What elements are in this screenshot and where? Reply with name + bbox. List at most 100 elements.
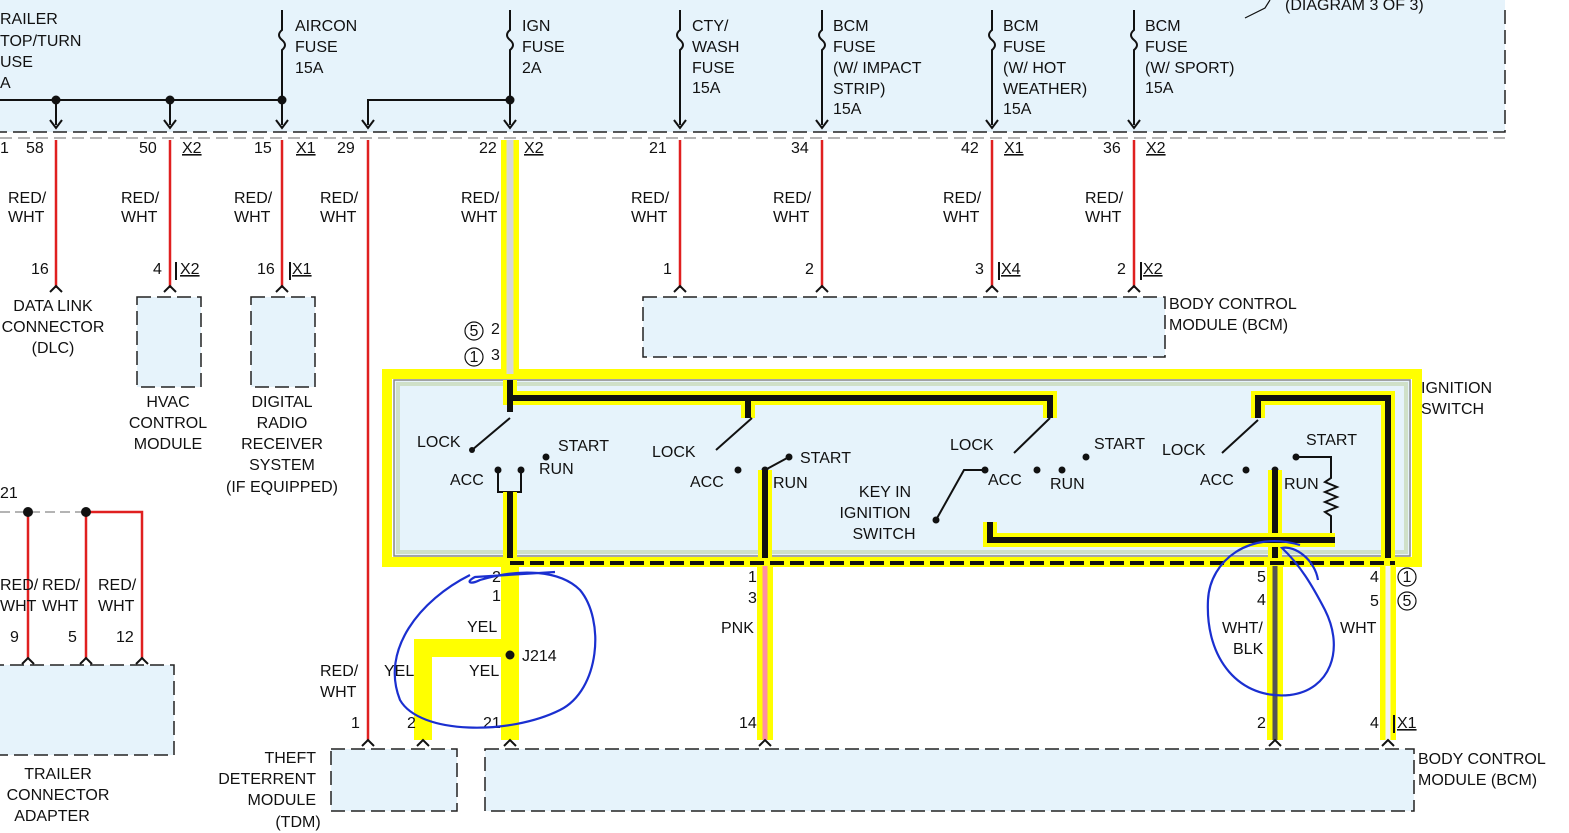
acc-label: ACC <box>690 474 724 491</box>
bcm-bottom-label: MODULE (BCM) <box>1418 772 1537 789</box>
tdm-label: MODULE <box>248 792 316 809</box>
diagram-ref-text: (DIAGRAM 3 OF 3) <box>1285 0 1424 14</box>
fuse-bcm-sport-l4: 15A <box>1145 80 1174 97</box>
fuse-bcm-hot-l4: WEATHER) <box>1003 81 1087 98</box>
fuse-cty-l3: FUSE <box>692 60 735 77</box>
wire-label: RED/ <box>943 190 982 207</box>
lock-label: LOCK <box>417 434 461 451</box>
pin-2: 2 <box>491 321 500 338</box>
key-in-label: IGNITION <box>839 505 910 522</box>
pin-29: 29 <box>337 140 355 157</box>
pin-4: 4 <box>1370 569 1379 586</box>
wire-label: WHT <box>461 209 498 226</box>
wire-label: WHT <box>8 209 45 226</box>
bcm-top-box <box>642 296 1166 358</box>
fuse-aircon-l3: 15A <box>295 60 324 77</box>
pin-2: 2 <box>1257 715 1266 732</box>
pin-21: 21 <box>483 715 501 732</box>
acc-label: ACC <box>988 472 1022 489</box>
circle-ref: 1 <box>1403 569 1412 586</box>
module-boxes-lower: THEFT DETERRENT MODULE (TDM) BODY CONTRO… <box>218 748 1546 831</box>
pin-5: 5 <box>1257 569 1266 586</box>
pin-15: 15 <box>254 140 272 157</box>
wire-label: WHT <box>631 209 668 226</box>
conn-x1-b: X1 <box>1004 140 1024 157</box>
fuse-box-area <box>0 0 1505 132</box>
conn-x1-a: X1 <box>296 140 316 157</box>
pin-4: 4 <box>153 261 162 278</box>
run-label: RUN <box>1050 476 1085 493</box>
hvac-module-box <box>136 296 202 388</box>
wire-label-yel: YEL <box>469 663 499 680</box>
fuse-bcm-impact-l1: BCM <box>833 18 869 35</box>
pin-3: 3 <box>748 590 757 607</box>
wire-label: RED/ <box>42 577 81 594</box>
hvac-label: HVAC <box>146 394 189 411</box>
fuse-trailer-l2: TOP/TURN <box>0 33 81 50</box>
pin-36: 36 <box>1103 140 1121 157</box>
conn-x1: X1 <box>1397 715 1417 732</box>
wire-label: RED/ <box>8 190 47 207</box>
wire-label: RED/ <box>0 577 39 594</box>
tdm-label: (TDM) <box>275 814 320 831</box>
tdm-label: DETERRENT <box>218 771 316 788</box>
wire-label-whtblk: WHT/ <box>1222 620 1263 637</box>
fuse-bcm-sport-l3: (W/ SPORT) <box>1145 60 1234 77</box>
circle-ref: 1 <box>470 349 479 366</box>
fuse-aircon-l1: AIRCON <box>295 18 357 35</box>
pin-2: 2 <box>805 261 814 278</box>
fuse-ign-l3: 2A <box>522 60 542 77</box>
run-label: RUN <box>1284 476 1319 493</box>
start-label: START <box>800 450 851 467</box>
radio-module-box <box>250 296 316 388</box>
ign-switch-label: IGNITION <box>1421 380 1492 397</box>
dlc-label: CONNECTOR <box>2 319 105 336</box>
wire-label: RED/ <box>121 190 160 207</box>
wire-label: WHT <box>121 209 158 226</box>
wire-label: WHT <box>1085 209 1122 226</box>
start-label: START <box>1306 432 1357 449</box>
wire-label-pnk: PNK <box>721 620 754 637</box>
lock-label: LOCK <box>1162 442 1206 459</box>
pin-1: 1 <box>748 569 757 586</box>
pin-4: 4 <box>1257 592 1266 609</box>
wire-label: WHT <box>234 209 271 226</box>
pin-2: 2 <box>1117 261 1126 278</box>
wire-label: WHT <box>773 209 810 226</box>
trailer-label: TRAILER <box>24 766 92 783</box>
conn-x4: X4 <box>1001 261 1021 278</box>
wire-label: WHT <box>320 209 357 226</box>
wire-color-labels: RED/ WHT RED/ WHT RED/ WHT RED/ WHT RED/… <box>8 190 1124 226</box>
tdm-box <box>330 748 458 812</box>
radio-label: RECEIVER <box>241 436 323 453</box>
fuse-cty-l4: 15A <box>692 80 721 97</box>
pin-3: 3 <box>491 347 500 364</box>
fuse-bcm-sport-l1: BCM <box>1145 18 1181 35</box>
fuse-bcm-impact-l4: STRIP) <box>833 81 885 98</box>
wire-label: WHT <box>943 209 980 226</box>
fuse-ign-l1: IGN <box>522 18 550 35</box>
pin-42: 42 <box>961 140 979 157</box>
fuse-bcm-hot-l3: (W/ HOT <box>1003 60 1066 77</box>
pin-34: 34 <box>791 140 809 157</box>
pin-2: 2 <box>407 715 416 732</box>
conn-x2: X2 <box>180 261 200 278</box>
pin-14: 14 <box>739 715 757 732</box>
wire-label: WHT <box>42 598 79 615</box>
radio-label: RADIO <box>257 415 308 432</box>
lock-label: LOCK <box>652 444 696 461</box>
fuse-bcm-hot-l2: FUSE <box>1003 39 1046 56</box>
wire-label-whtblk: BLK <box>1233 641 1264 658</box>
ign-switch-label: SWITCH <box>1421 401 1484 418</box>
trailer-label: CONNECTOR <box>7 787 110 804</box>
dlc-label: DATA LINK <box>13 298 93 315</box>
key-in-label: SWITCH <box>852 526 915 543</box>
fuse-bcm-hot-l1: BCM <box>1003 18 1039 35</box>
wire-label: RED/ <box>773 190 812 207</box>
radio-label: DIGITAL <box>251 394 312 411</box>
wire-label: RED/ <box>320 190 359 207</box>
wire-label-red: WHT <box>320 684 357 701</box>
fuse-bcm-impact-l3: (W/ IMPACT <box>833 60 922 77</box>
bcm-bottom-box <box>484 748 1415 812</box>
trailer-box <box>0 664 175 756</box>
